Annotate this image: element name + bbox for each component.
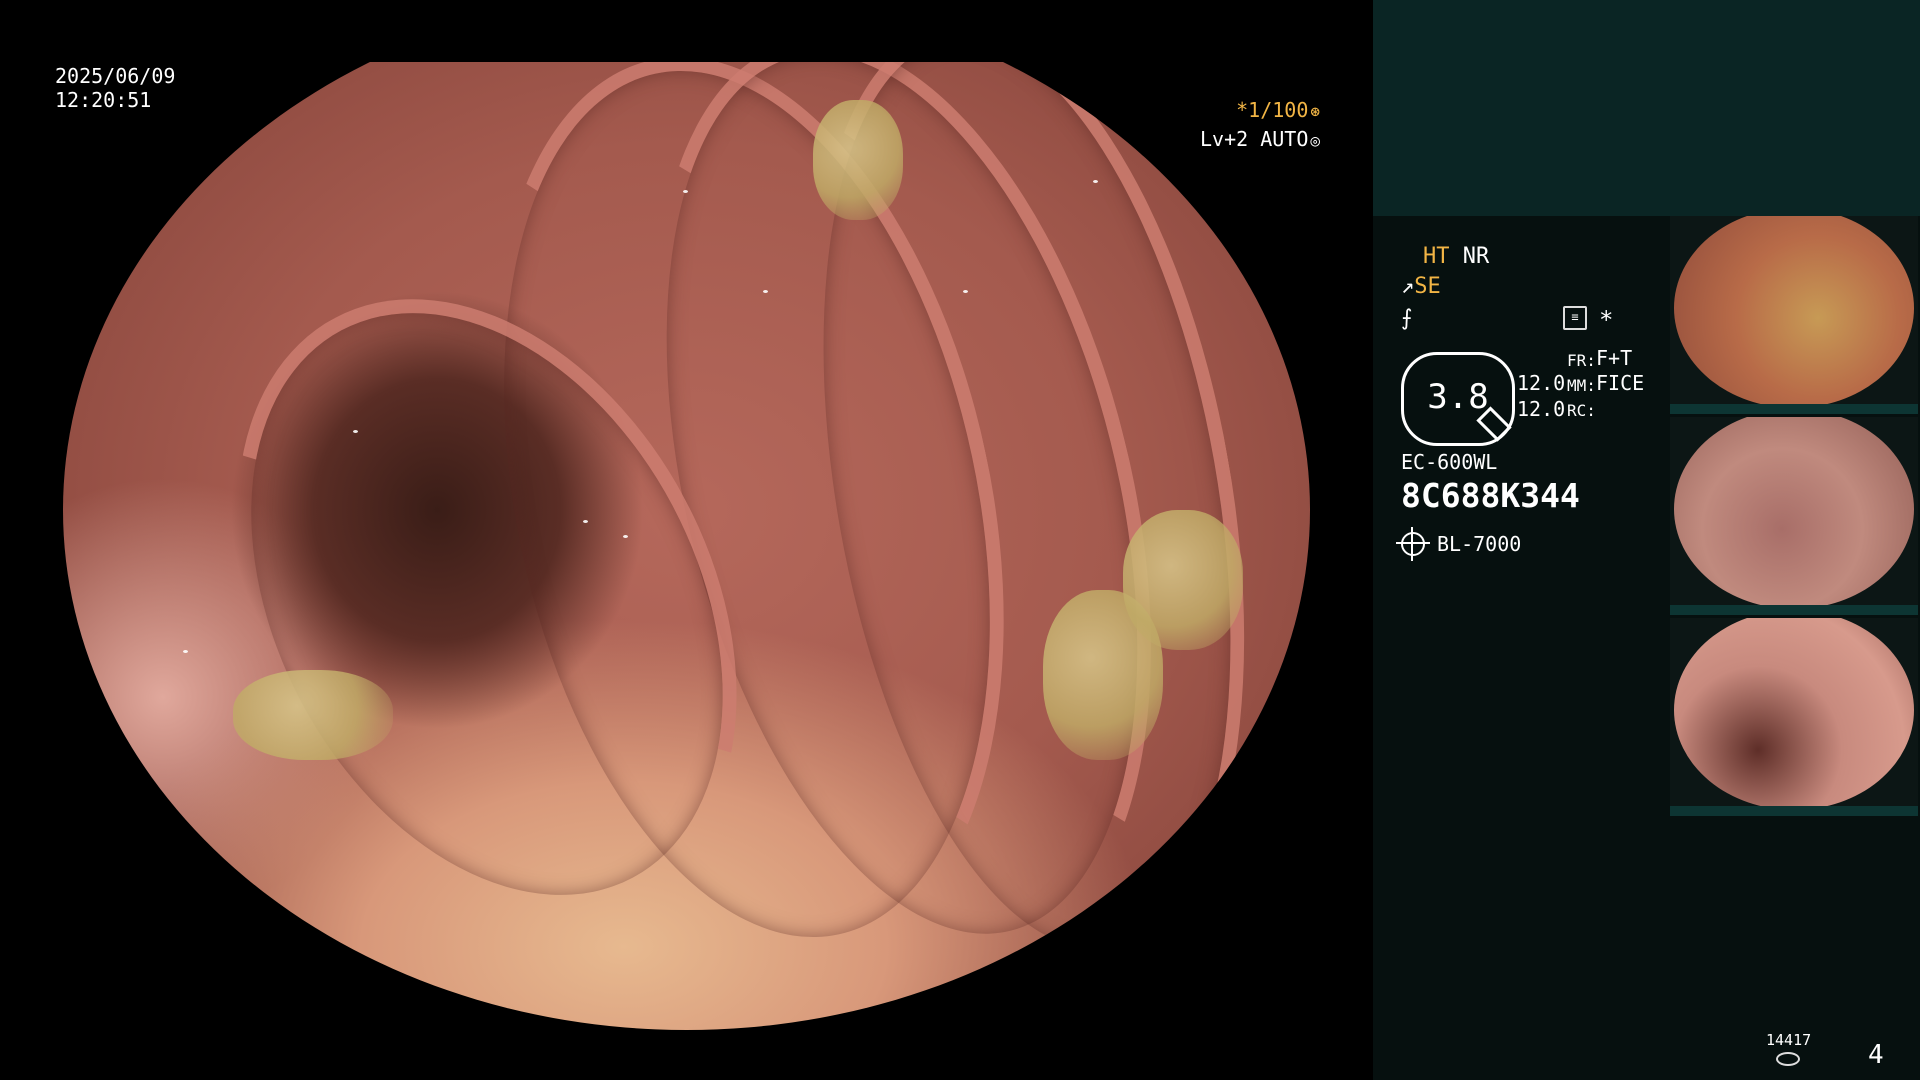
fr-value: F+T [1596, 346, 1633, 370]
light-reflection [623, 535, 628, 538]
stool-residue [1123, 510, 1243, 650]
light-source-label: BL-7000 [1437, 532, 1522, 556]
shutter-icon: ⊛ [1310, 102, 1320, 121]
stool-residue [233, 670, 393, 760]
sidebar-header-panel [1373, 0, 1920, 216]
endoscopic-image [63, 62, 1310, 1030]
se-label: SE [1414, 274, 1441, 299]
datetime-display: 2025/06/09 12:20:51 [55, 64, 175, 112]
date-text: 2025/06/09 [55, 64, 176, 88]
light-reflection [763, 290, 768, 293]
captured-thumbnail[interactable] [1670, 417, 1918, 615]
thumbnail-bar [1670, 404, 1918, 414]
ht-label: HT [1423, 244, 1450, 269]
thumbnail-bar [1670, 605, 1918, 615]
scope-model: EC-600WL [1401, 450, 1498, 474]
zoom-indicator: 3.8 [1401, 352, 1515, 446]
light-reflection [1093, 180, 1098, 183]
se-row: ↗SE [1401, 274, 1441, 299]
time-text: 12:20:51 [55, 88, 152, 112]
asterisk-icon: * [1599, 306, 1614, 334]
light-reflection [683, 190, 688, 193]
color-enhance-icon: ⨍ [1401, 306, 1413, 331]
mm-label: MM: [1567, 376, 1596, 395]
structure-enhance-icon: ↗ [1401, 274, 1415, 299]
endoscope-viewport: 2025/06/09 12:20:51 *1/100 ⊛ Lv+2 AUTO ◎ [0, 0, 1373, 1080]
ht-nr-row: HT NR [1423, 244, 1489, 269]
storage-disk-icon [1776, 1052, 1800, 1066]
list-icon: ≡ [1563, 306, 1587, 330]
page-number: 4 [1868, 1040, 1884, 1070]
stool-residue [813, 100, 903, 220]
light-reflection [353, 430, 358, 433]
light-reflection [583, 520, 588, 523]
parameter-settings: F+T FICE [1596, 346, 1644, 396]
light-reflection [183, 650, 188, 653]
light-source-icon [1396, 527, 1430, 561]
thumbnail-bar [1670, 806, 1918, 816]
parameter-values: 12.0 12.0 [1517, 370, 1565, 422]
nr-label: NR [1462, 244, 1490, 269]
param-value-1: 12.0 [1517, 371, 1566, 395]
thumbnail-image [1674, 417, 1914, 609]
shutter-text: *1/100 [1236, 98, 1309, 122]
image-counter: 14417 [1766, 1031, 1812, 1049]
thumbnail-image [1674, 216, 1914, 408]
mm-value: FICE [1596, 371, 1645, 395]
thumbnail-image [1674, 618, 1914, 810]
light-reflection [963, 290, 968, 293]
light-source-row: BL-7000 [1396, 527, 1522, 561]
iris-level: Lv+2 AUTO ◎ [1120, 127, 1320, 153]
captured-thumbnail[interactable] [1670, 216, 1918, 414]
auto-iris-icon: ◎ [1310, 131, 1320, 150]
fr-label: FR: [1567, 351, 1596, 370]
rc-label: RC: [1567, 401, 1596, 420]
parameter-labels: FR: MM: RC: [1567, 348, 1596, 423]
shutter-speed: *1/100 ⊛ [1120, 98, 1320, 124]
iris-text: Lv+2 AUTO [1199, 127, 1309, 151]
captured-thumbnail[interactable] [1670, 618, 1918, 816]
param-value-2: 12.0 [1517, 397, 1566, 421]
scope-serial: 8C688K344 [1401, 476, 1580, 515]
